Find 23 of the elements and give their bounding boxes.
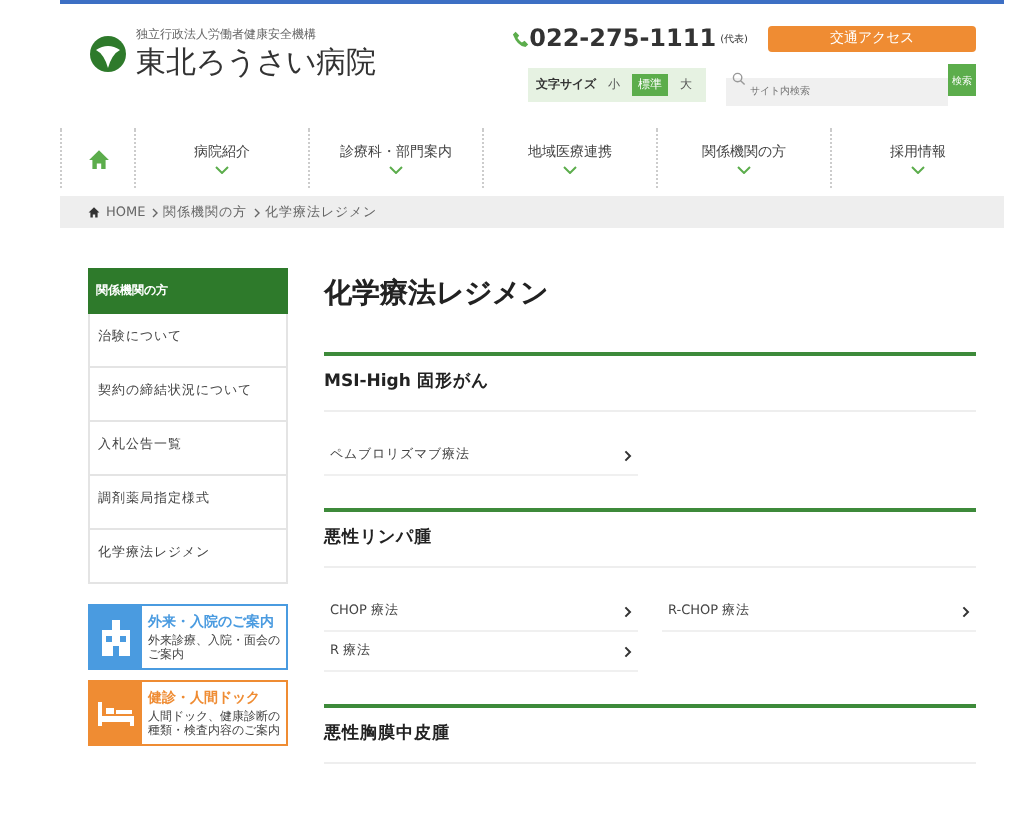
chevron-down-icon (910, 166, 926, 174)
logo-icon (88, 34, 128, 74)
hospital-name: 東北ろうさい病院 (136, 44, 376, 82)
page-title: 化学療法レジメン (324, 276, 550, 312)
phone-number: 022-275-1111 (529, 24, 717, 52)
building-icon (100, 619, 132, 656)
home-icon (87, 147, 109, 169)
chevron-down-icon (214, 166, 230, 174)
chevron-down-icon (388, 166, 404, 174)
section-title: 悪性リンパ腫 (324, 508, 976, 568)
chevron-right-icon (253, 207, 260, 217)
home-icon (88, 206, 100, 218)
chevron-right-icon (624, 449, 632, 461)
chevron-down-icon (736, 166, 752, 174)
section-title: 悪性胸膜中皮腫 (324, 704, 976, 764)
phone-icon (511, 29, 530, 47)
chevron-right-icon (624, 645, 632, 657)
chevron-right-icon (624, 605, 632, 617)
chevron-down-icon (562, 166, 578, 174)
section-title: MSI-High 固形がん (324, 352, 976, 412)
chevron-right-icon (962, 605, 970, 617)
chevron-right-icon (151, 207, 158, 217)
bed-icon (98, 701, 134, 726)
